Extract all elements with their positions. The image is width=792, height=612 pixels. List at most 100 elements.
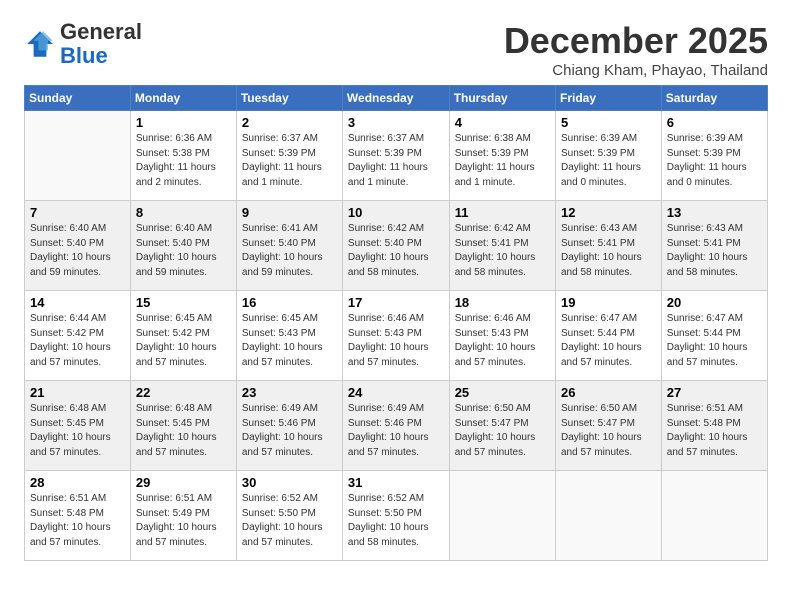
calendar-cell: 16 Sunrise: 6:45 AM Sunset: 5:43 PM Dayli… — [236, 291, 342, 381]
day-number: 15 — [136, 295, 231, 310]
calendar-cell — [661, 471, 767, 561]
day-number: 2 — [242, 115, 337, 130]
day-info: Sunrise: 6:43 AM Sunset: 5:41 PM Dayligh… — [667, 222, 762, 280]
day-info: Sunrise: 6:51 AM Sunset: 5:48 PM Dayligh… — [667, 402, 762, 460]
weekday-header-sunday: Sunday — [25, 86, 131, 111]
day-number: 29 — [136, 475, 231, 490]
day-number: 10 — [348, 205, 444, 220]
calendar-cell — [449, 471, 555, 561]
day-info: Sunrise: 6:39 AM Sunset: 5:39 PM Dayligh… — [667, 132, 762, 190]
day-number: 5 — [561, 115, 656, 130]
day-info: Sunrise: 6:38 AM Sunset: 5:39 PM Dayligh… — [455, 132, 550, 190]
calendar-cell: 15Sunrise: 6:45 AM Sunset: 5:42 PM Dayli… — [130, 291, 236, 381]
calendar-cell: 26 Sunrise: 6:50 AM Sunset: 5:47 PM Dayli… — [555, 381, 661, 471]
calendar-cell: 17 Sunrise: 6:46 AM Sunset: 5:43 PM Dayli… — [342, 291, 449, 381]
calendar-cell: 13 Sunrise: 6:43 AM Sunset: 5:41 PM Dayli… — [661, 201, 767, 291]
calendar-cell: 31Sunrise: 6:52 AM Sunset: 5:50 PM Dayli… — [342, 471, 449, 561]
calendar-cell: 7Sunrise: 6:40 AM Sunset: 5:40 PM Daylig… — [25, 201, 131, 291]
day-number: 20 — [667, 295, 762, 310]
day-info: Sunrise: 6:46 AM Sunset: 5:43 PM Dayligh… — [348, 312, 444, 370]
weekday-header-tuesday: Tuesday — [236, 86, 342, 111]
calendar-cell: 20 Sunrise: 6:47 AM Sunset: 5:44 PM Dayli… — [661, 291, 767, 381]
calendar-cell: 25 Sunrise: 6:50 AM Sunset: 5:47 PM Dayli… — [449, 381, 555, 471]
day-number: 18 — [455, 295, 550, 310]
calendar-week-row: 14 Sunrise: 6:44 AM Sunset: 5:42 PM Dayli… — [25, 291, 768, 381]
day-number: 19 — [561, 295, 656, 310]
day-info: Sunrise: 6:47 AM Sunset: 5:44 PM Dayligh… — [561, 312, 656, 370]
day-info: Sunrise: 6:44 AM Sunset: 5:42 PM Dayligh… — [30, 312, 125, 370]
calendar-cell — [25, 111, 131, 201]
day-number: 14 — [30, 295, 125, 310]
day-info: Sunrise: 6:48 AM Sunset: 5:45 PM Dayligh… — [136, 402, 231, 460]
day-number: 28 — [30, 475, 125, 490]
calendar-cell: 23 Sunrise: 6:49 AM Sunset: 5:46 PM Dayli… — [236, 381, 342, 471]
calendar-week-row: 7 Sunrise: 6:40 AM Sunset: 5:40 PM Daylig… — [25, 201, 768, 291]
weekday-header-friday: Friday — [555, 86, 661, 111]
day-info: Sunrise: 6:45 AM Sunset: 5:43 PM Dayligh… — [242, 312, 337, 370]
day-number: 27 — [667, 385, 762, 400]
day-number: 21 — [30, 385, 125, 400]
day-number: 16 — [242, 295, 337, 310]
day-number: 17 — [348, 295, 444, 310]
day-number: 9 — [242, 205, 337, 220]
day-info: Sunrise: 6:42 AM Sunset: 5:41 PM Dayligh… — [455, 222, 550, 280]
calendar-week-row: 1 Sunrise: 6:36 AM Sunset: 5:38 PM Daylig… — [25, 111, 768, 201]
day-info: Sunrise: 6:41 AM Sunset: 5:40 PM Dayligh… — [242, 222, 337, 280]
calendar-cell: 22 Sunrise: 6:48 AM Sunset: 5:45 PM Dayli… — [130, 381, 236, 471]
location-subtitle: Chiang Kham, Phayao, Thailand — [504, 62, 768, 79]
day-number: 3 — [348, 115, 444, 130]
calendar-cell: 14 Sunrise: 6:44 AM Sunset: 5:42 PM Dayli… — [25, 291, 131, 381]
day-number: 26 — [561, 385, 656, 400]
day-number: 22 — [136, 385, 231, 400]
calendar-cell: 5 Sunrise: 6:39 AM Sunset: 5:39 PM Daylig… — [555, 111, 661, 201]
calendar-week-row: 28 Sunrise: 6:51 AM Sunset: 5:48 PM Dayli… — [25, 471, 768, 561]
calendar-week-row: 21 Sunrise: 6:48 AM Sunset: 5:45 PM Dayli… — [25, 381, 768, 471]
day-info: Sunrise: 6:39 AM Sunset: 5:39 PM Dayligh… — [561, 132, 656, 190]
day-number: 6 — [667, 115, 762, 130]
day-info: Sunrise: 6:52 AM Sunset: 5:50 PM Dayligh… — [242, 492, 337, 550]
page-header: General Blue December 2025 Chiang Kham, … — [24, 20, 768, 79]
day-info: Sunrise: 6:50 AM Sunset: 5:47 PM Dayligh… — [561, 402, 656, 460]
day-number: 7 — [30, 205, 125, 220]
day-info: Sunrise: 6:36 AM Sunset: 5:38 PM Dayligh… — [136, 132, 231, 190]
calendar-cell: 10 Sunrise: 6:42 AM Sunset: 5:40 PM Dayli… — [342, 201, 449, 291]
day-number: 25 — [455, 385, 550, 400]
day-info: Sunrise: 6:46 AM Sunset: 5:43 PM Dayligh… — [455, 312, 550, 370]
day-number: 30 — [242, 475, 337, 490]
calendar-cell: 11Sunrise: 6:42 AM Sunset: 5:41 PM Dayli… — [449, 201, 555, 291]
day-info: Sunrise: 6:51 AM Sunset: 5:49 PM Dayligh… — [136, 492, 231, 550]
day-number: 1 — [136, 115, 231, 130]
calendar-cell: 2 Sunrise: 6:37 AM Sunset: 5:39 PM Daylig… — [236, 111, 342, 201]
day-info: Sunrise: 6:40 AM Sunset: 5:40 PM Dayligh… — [136, 222, 231, 280]
calendar-cell: 28 Sunrise: 6:51 AM Sunset: 5:48 PM Dayli… — [25, 471, 131, 561]
day-info: Sunrise: 6:37 AM Sunset: 5:39 PM Dayligh… — [348, 132, 444, 190]
day-info: Sunrise: 6:50 AM Sunset: 5:47 PM Dayligh… — [455, 402, 550, 460]
logo: General Blue — [24, 20, 142, 68]
day-number: 23 — [242, 385, 337, 400]
calendar-cell: 4Sunrise: 6:38 AM Sunset: 5:39 PM Daylig… — [449, 111, 555, 201]
calendar-cell: 29 Sunrise: 6:51 AM Sunset: 5:49 PM Dayli… — [130, 471, 236, 561]
calendar-cell: 12Sunrise: 6:43 AM Sunset: 5:41 PM Dayli… — [555, 201, 661, 291]
day-info: Sunrise: 6:47 AM Sunset: 5:44 PM Dayligh… — [667, 312, 762, 370]
day-info: Sunrise: 6:49 AM Sunset: 5:46 PM Dayligh… — [242, 402, 337, 460]
calendar-cell: 24Sunrise: 6:49 AM Sunset: 5:46 PM Dayli… — [342, 381, 449, 471]
day-number: 24 — [348, 385, 444, 400]
day-number: 8 — [136, 205, 231, 220]
calendar-cell: 21Sunrise: 6:48 AM Sunset: 5:45 PM Dayli… — [25, 381, 131, 471]
calendar-cell: 27 Sunrise: 6:51 AM Sunset: 5:48 PM Dayli… — [661, 381, 767, 471]
day-number: 31 — [348, 475, 444, 490]
day-number: 13 — [667, 205, 762, 220]
calendar-cell: 8 Sunrise: 6:40 AM Sunset: 5:40 PM Daylig… — [130, 201, 236, 291]
weekday-header-wednesday: Wednesday — [342, 86, 449, 111]
day-info: Sunrise: 6:37 AM Sunset: 5:39 PM Dayligh… — [242, 132, 337, 190]
calendar-cell: 3 Sunrise: 6:37 AM Sunset: 5:39 PM Daylig… — [342, 111, 449, 201]
calendar-cell: 6 Sunrise: 6:39 AM Sunset: 5:39 PM Daylig… — [661, 111, 767, 201]
calendar-cell: 18 Sunrise: 6:46 AM Sunset: 5:43 PM Dayli… — [449, 291, 555, 381]
day-info: Sunrise: 6:43 AM Sunset: 5:41 PM Dayligh… — [561, 222, 656, 280]
calendar-cell: 1 Sunrise: 6:36 AM Sunset: 5:38 PM Daylig… — [130, 111, 236, 201]
calendar-cell — [555, 471, 661, 561]
day-info: Sunrise: 6:42 AM Sunset: 5:40 PM Dayligh… — [348, 222, 444, 280]
title-block: December 2025 Chiang Kham, Phayao, Thail… — [504, 20, 768, 79]
calendar-cell: 30 Sunrise: 6:52 AM Sunset: 5:50 PM Dayli… — [236, 471, 342, 561]
day-info: Sunrise: 6:51 AM Sunset: 5:48 PM Dayligh… — [30, 492, 125, 550]
